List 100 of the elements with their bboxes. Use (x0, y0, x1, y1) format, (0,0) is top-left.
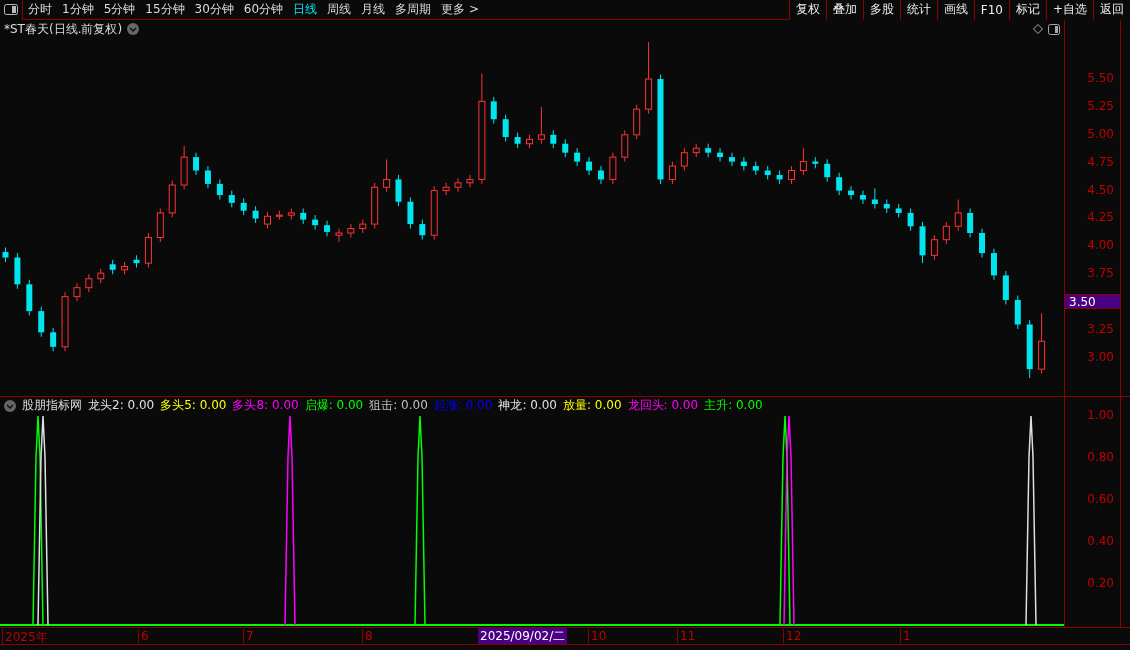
candle (633, 104, 641, 140)
candle (812, 156, 819, 169)
candle (395, 174, 402, 207)
panel-toggle-button[interactable] (0, 0, 23, 20)
candle (1014, 295, 1021, 330)
date-label: 1 (900, 629, 911, 643)
toolbar-button[interactable]: 返回 (1093, 0, 1130, 20)
candle (597, 165, 604, 185)
candle (895, 203, 902, 218)
candle (848, 185, 855, 201)
period-tab[interactable]: 周线 (322, 1, 357, 18)
chart-title: *ST春天(日线.前复权) (4, 20, 123, 38)
candle (954, 199, 962, 232)
date-label: 11 (677, 629, 696, 643)
legend-value: 主升: 0.00 (704, 397, 763, 414)
candle (526, 134, 533, 149)
candle (550, 129, 557, 149)
toolbar-button[interactable]: 标记 (1008, 0, 1046, 20)
toolbar-button[interactable]: 叠加 (825, 0, 863, 20)
candle (26, 279, 33, 317)
date-label: 2025年 (2, 629, 48, 646)
axis-label: 1.00 (1087, 408, 1114, 422)
axis-label: 0.40 (1087, 534, 1114, 548)
candle (799, 147, 807, 176)
period-tab[interactable]: 日线 (288, 1, 323, 18)
candle (61, 291, 69, 352)
candle (216, 178, 223, 201)
candle (930, 234, 938, 261)
candle (85, 273, 93, 293)
candle (193, 152, 200, 176)
candle (347, 223, 355, 238)
period-tab[interactable]: 60分钟 (238, 1, 289, 18)
candle (490, 96, 497, 125)
period-tab[interactable]: 月线 (356, 1, 391, 18)
toolbar-button[interactable]: 复权 (788, 0, 826, 20)
candle (942, 221, 950, 245)
diamond-icon[interactable] (1033, 24, 1043, 34)
candle (514, 132, 521, 149)
axis-label: 3.75 (1087, 266, 1114, 281)
candle (717, 147, 724, 163)
candle (419, 219, 426, 241)
candle (883, 199, 890, 214)
legend-value: 启爆: 0.00 (304, 397, 364, 414)
candle (705, 143, 712, 158)
candle (740, 156, 747, 171)
candle (752, 161, 759, 176)
toolbar-button[interactable]: 统计 (899, 0, 937, 20)
toolbar-button[interactable]: 多股 (862, 0, 900, 20)
candle (14, 252, 21, 290)
legend-value: 放量: 0.00 (562, 397, 622, 414)
candle (180, 145, 188, 190)
candle (2, 247, 9, 263)
candle (109, 259, 116, 275)
dropdown-icon[interactable] (127, 23, 140, 35)
axis-label: 4.25 (1087, 210, 1114, 225)
legend-value: 起涨: 0.00 (433, 397, 493, 414)
candle (871, 187, 878, 209)
candle (990, 248, 997, 281)
axis-label: 4.50 (1087, 182, 1114, 197)
toolbar-button[interactable]: F10 (973, 0, 1009, 20)
candle (97, 268, 105, 284)
period-tab[interactable]: 更多 > (436, 1, 484, 18)
date-label: 8 (362, 629, 373, 643)
candle (50, 327, 57, 352)
candle (430, 185, 438, 241)
collapse-icon[interactable] (4, 399, 16, 412)
candle (621, 129, 629, 163)
legend-value: 神龙: 0.00 (498, 397, 557, 414)
candle (1002, 270, 1009, 305)
toolbar-button[interactable]: 画线 (936, 0, 974, 20)
candle (252, 205, 259, 224)
toolbar-button[interactable]: +自选 (1045, 0, 1093, 20)
axis-label: 5.25 (1087, 98, 1114, 113)
axis-label: 4.75 (1087, 154, 1114, 169)
candle (383, 158, 391, 193)
period-tab[interactable]: 多周期 (390, 1, 437, 18)
candle (907, 207, 914, 232)
date-label: 7 (243, 629, 254, 643)
period-tab[interactable]: 1分钟 (57, 1, 99, 18)
candle (764, 165, 771, 180)
candle (836, 172, 843, 196)
candle (324, 220, 331, 237)
period-tab[interactable]: 5分钟 (98, 1, 141, 18)
period-tab[interactable]: 分时 (23, 1, 57, 18)
candle (668, 161, 676, 185)
candle (240, 197, 247, 216)
candle (407, 196, 414, 230)
period-tab[interactable]: 30分钟 (189, 1, 239, 18)
candle (335, 228, 343, 243)
date-label: 6 (138, 629, 149, 643)
candle (264, 211, 271, 230)
candle (168, 180, 176, 218)
panel-icon[interactable] (1048, 23, 1060, 35)
axis-label: 3.25 (1087, 322, 1114, 337)
period-tab[interactable]: 15分钟 (140, 1, 190, 18)
axis-label: 5.00 (1087, 126, 1114, 141)
axis-label: 0.80 (1087, 450, 1114, 464)
candle (1038, 312, 1046, 375)
candle (287, 207, 295, 221)
candle (121, 261, 129, 275)
